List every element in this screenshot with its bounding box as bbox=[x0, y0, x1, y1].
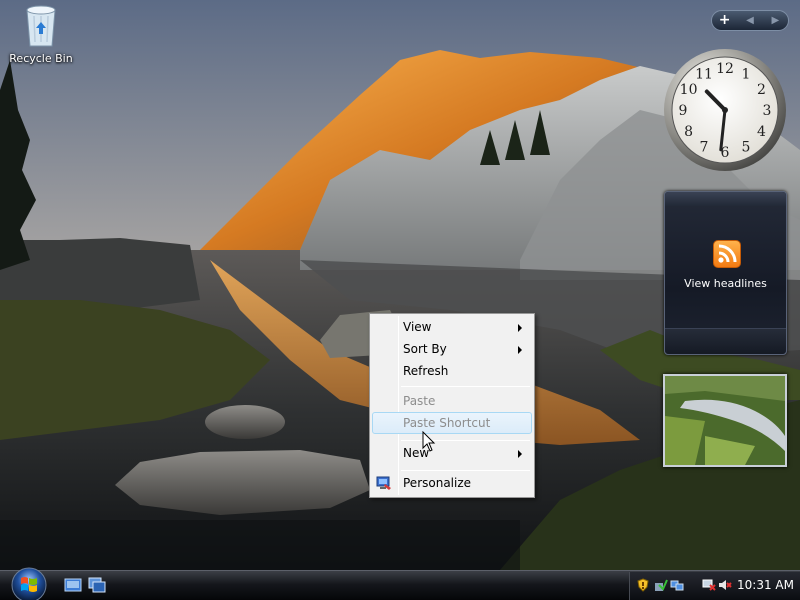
sidebar-controls: + ◀ ▶ bbox=[711, 10, 789, 31]
menu-separator bbox=[401, 440, 530, 441]
menu-item-refresh[interactable]: Refresh bbox=[372, 360, 532, 382]
clock-numeral: 10 bbox=[680, 82, 698, 98]
clock-numeral: 5 bbox=[742, 139, 751, 155]
clock-numeral: 8 bbox=[684, 124, 693, 140]
clock-numeral: 12 bbox=[716, 61, 734, 77]
volume-muted-icon[interactable] bbox=[718, 578, 732, 592]
rss-feed-icon bbox=[713, 240, 741, 268]
switch-windows-icon[interactable] bbox=[88, 577, 106, 593]
submenu-arrow-icon bbox=[518, 450, 522, 458]
clock-time[interactable]: 10:31 AM bbox=[737, 578, 794, 592]
submenu-arrow-icon bbox=[518, 324, 522, 332]
feed-headlines-gadget[interactable]: View headlines bbox=[664, 191, 787, 355]
view-headlines-link[interactable]: View headlines bbox=[665, 277, 786, 290]
menu-item-label: Paste Shortcut bbox=[403, 416, 491, 430]
previous-page-button[interactable]: ◀ bbox=[737, 11, 762, 30]
menu-separator bbox=[401, 386, 530, 387]
slideshow-image bbox=[665, 376, 785, 465]
next-page-button[interactable]: ▶ bbox=[763, 11, 788, 30]
notification-area: 10:31 AM bbox=[629, 572, 800, 600]
menu-separator bbox=[401, 470, 530, 471]
feed-gadget-header bbox=[665, 192, 786, 206]
menu-item-paste-shortcut[interactable]: Paste Shortcut bbox=[372, 412, 532, 434]
network-icon[interactable] bbox=[670, 578, 684, 592]
windows-orb-icon bbox=[11, 567, 47, 600]
menu-item-label: Sort By bbox=[403, 342, 447, 356]
recycle-bin-icon bbox=[21, 2, 61, 50]
clock-numeral: 1 bbox=[742, 67, 751, 83]
menu-item-label: Personalize bbox=[403, 476, 472, 490]
submenu-arrow-icon bbox=[518, 346, 522, 354]
desktop-context-menu: View Sort By Refresh Paste Paste Shortcu… bbox=[369, 313, 535, 498]
clock-numeral: 9 bbox=[679, 103, 688, 119]
menu-item-label: View bbox=[403, 320, 432, 334]
add-gadget-button[interactable]: + bbox=[712, 11, 737, 30]
clock-gadget[interactable]: 12 1 2 3 4 5 6 7 8 9 10 11 bbox=[663, 48, 787, 172]
menu-item-paste[interactable]: Paste bbox=[372, 390, 532, 412]
menu-item-sort-by[interactable]: Sort By bbox=[372, 338, 532, 360]
start-button[interactable] bbox=[8, 567, 50, 600]
menu-item-label: Paste bbox=[403, 394, 436, 408]
mouse-pointer-icon bbox=[422, 430, 436, 453]
clock-numeral: 7 bbox=[700, 139, 709, 155]
personalize-icon bbox=[376, 475, 392, 491]
slideshow-gadget[interactable] bbox=[663, 374, 787, 467]
menu-item-view[interactable]: View bbox=[372, 316, 532, 338]
show-desktop-icon[interactable] bbox=[64, 577, 82, 593]
menu-item-personalize[interactable]: Personalize bbox=[372, 472, 532, 494]
menu-item-label: Refresh bbox=[403, 364, 449, 378]
recycle-bin-label: Recycle Bin bbox=[9, 52, 73, 65]
clock-numeral: 4 bbox=[757, 124, 766, 140]
desktop-icon-recycle-bin[interactable]: Recycle Bin bbox=[6, 2, 76, 65]
clock-numeral: 3 bbox=[763, 103, 772, 119]
clock-numeral: 2 bbox=[757, 82, 766, 98]
clock-numeral: 11 bbox=[695, 67, 713, 83]
security-shield-icon[interactable] bbox=[636, 578, 650, 592]
windows-defender-icon[interactable] bbox=[654, 578, 668, 592]
feed-gadget-footer bbox=[665, 328, 786, 354]
taskbar: 10:31 AM bbox=[0, 567, 800, 600]
menu-item-new[interactable]: New bbox=[372, 442, 532, 464]
power-icon[interactable] bbox=[702, 578, 716, 592]
